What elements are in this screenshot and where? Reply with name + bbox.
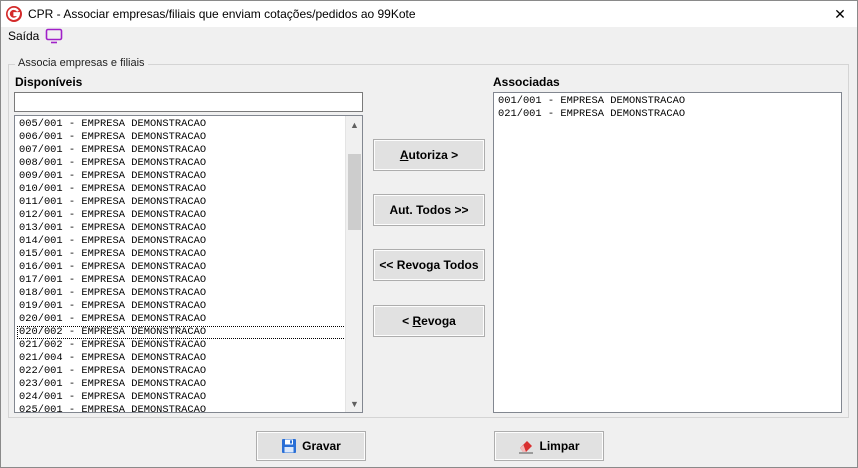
disponiveis-label: Disponíveis (15, 75, 83, 89)
list-item[interactable]: 010/001 - EMPRESA DEMONSTRACAO (17, 183, 362, 196)
list-item[interactable]: 023/001 - EMPRESA DEMONSTRACAO (17, 378, 362, 391)
revoga-todos-label: << Revoga Todos (379, 258, 479, 272)
close-button[interactable]: ✕ (823, 1, 857, 27)
list-item[interactable]: 016/001 - EMPRESA DEMONSTRACAO (17, 261, 362, 274)
disponiveis-scrollbar[interactable]: ▲ ▼ (345, 116, 362, 412)
limpar-label: Limpar (539, 439, 580, 453)
eraser-icon (519, 441, 534, 454)
list-item[interactable]: 020/001 - EMPRESA DEMONSTRACAO (17, 313, 362, 326)
gravar-button[interactable]: Gravar (256, 431, 366, 461)
list-item[interactable]: 008/001 - EMPRESA DEMONSTRACAO (17, 157, 362, 170)
list-item[interactable]: 014/001 - EMPRESA DEMONSTRACAO (17, 235, 362, 248)
list-item[interactable]: 005/001 - EMPRESA DEMONSTRACAO (17, 118, 362, 131)
menu-bar: Saída (1, 27, 857, 47)
app-logo-icon (6, 6, 22, 22)
revoga-label: evoga (421, 314, 456, 328)
window-title: CPR - Associar empresas/filiais que envi… (28, 7, 416, 21)
group-legend: Associa empresas e filiais (15, 57, 148, 69)
title-bar: CPR - Associar empresas/filiais que envi… (1, 1, 857, 27)
main-window: CPR - Associar empresas/filiais que envi… (0, 0, 858, 468)
list-item[interactable]: 020/002 - EMPRESA DEMONSTRACAO (17, 326, 362, 339)
close-icon: ✕ (834, 5, 846, 22)
scroll-down-arrow-icon[interactable]: ▼ (346, 395, 362, 412)
revoga-prefix: < (402, 314, 413, 328)
revoga-todos-button[interactable]: << Revoga Todos (373, 249, 485, 281)
revoga-mnemonic: R (412, 314, 422, 328)
list-item[interactable]: 025/001 - EMPRESA DEMONSTRACAO (17, 404, 362, 412)
disponiveis-list: 005/001 - EMPRESA DEMONSTRACAO 006/001 - … (17, 118, 362, 412)
associadas-list: 001/001 - EMPRESA DEMONSTRACAO 021/001 - … (496, 95, 841, 121)
gravar-label: Gravar (302, 439, 341, 453)
aut-todos-label: Aut. Todos >> (389, 203, 469, 217)
list-item[interactable]: 021/004 - EMPRESA DEMONSTRACAO (17, 352, 362, 365)
list-item[interactable]: 009/001 - EMPRESA DEMONSTRACAO (17, 170, 362, 183)
list-item[interactable]: 019/001 - EMPRESA DEMONSTRACAO (17, 300, 362, 313)
autoriza-label: utoriza > (408, 148, 459, 162)
list-item[interactable]: 006/001 - EMPRESA DEMONSTRACAO (17, 131, 362, 144)
disponiveis-search-input[interactable] (14, 92, 363, 112)
list-item[interactable]: 024/001 - EMPRESA DEMONSTRACAO (17, 391, 362, 404)
list-item[interactable]: 007/001 - EMPRESA DEMONSTRACAO (17, 144, 362, 157)
limpar-button[interactable]: Limpar (494, 431, 604, 461)
list-item[interactable]: 011/001 - EMPRESA DEMONSTRACAO (17, 196, 362, 209)
list-item[interactable]: 022/001 - EMPRESA DEMONSTRACAO (17, 365, 362, 378)
monitor-icon[interactable] (45, 28, 63, 44)
disponiveis-listbox[interactable]: 005/001 - EMPRESA DEMONSTRACAO 006/001 - … (14, 115, 363, 413)
menu-saida[interactable]: Saída (8, 29, 39, 43)
list-item[interactable]: 021/002 - EMPRESA DEMONSTRACAO (17, 339, 362, 352)
associadas-listbox[interactable]: 001/001 - EMPRESA DEMONSTRACAO 021/001 - … (493, 92, 842, 413)
associadas-label: Associadas (493, 75, 560, 89)
list-item[interactable]: 018/001 - EMPRESA DEMONSTRACAO (17, 287, 362, 300)
list-item[interactable]: 021/001 - EMPRESA DEMONSTRACAO (496, 108, 841, 121)
autoriza-button[interactable]: Autoriza > (373, 139, 485, 171)
floppy-disk-icon (282, 439, 297, 453)
revoga-button[interactable]: < Revoga (373, 305, 485, 337)
list-item[interactable]: 012/001 - EMPRESA DEMONSTRACAO (17, 209, 362, 222)
list-item[interactable]: 013/001 - EMPRESA DEMONSTRACAO (17, 222, 362, 235)
list-item[interactable]: 017/001 - EMPRESA DEMONSTRACAO (17, 274, 362, 287)
scroll-thumb[interactable] (348, 154, 361, 230)
list-item[interactable]: 015/001 - EMPRESA DEMONSTRACAO (17, 248, 362, 261)
aut-todos-button[interactable]: Aut. Todos >> (373, 194, 485, 226)
list-item[interactable]: 001/001 - EMPRESA DEMONSTRACAO (496, 95, 841, 108)
autoriza-mnemonic: A (399, 148, 409, 162)
scroll-up-arrow-icon[interactable]: ▲ (346, 116, 362, 133)
